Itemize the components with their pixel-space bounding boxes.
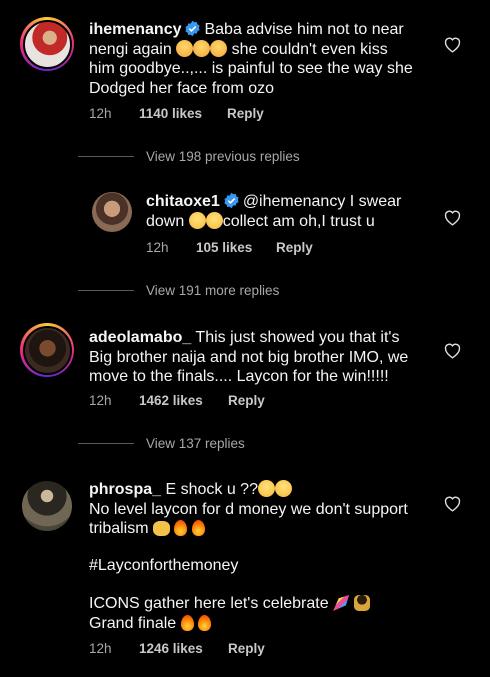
comment-username[interactable]: adeolamabo_ bbox=[89, 329, 191, 346]
avatar[interactable] bbox=[20, 323, 74, 377]
view-replies-label: View 198 previous replies bbox=[146, 149, 300, 164]
divider bbox=[78, 156, 134, 157]
comment-username[interactable]: ihemenancy bbox=[89, 21, 181, 38]
comment-text: ihemenancy Baba advise him not to near ne… bbox=[89, 20, 429, 98]
likes-count[interactable]: 1462 likes bbox=[139, 393, 228, 408]
comment-text-continued: ICONS gather here let's celebrate Grand … bbox=[89, 594, 434, 633]
comment-text: adeolamabo_ This just showed you that it… bbox=[89, 328, 434, 387]
comment-username[interactable]: chitaoxe1 bbox=[146, 193, 220, 210]
mention-link[interactable]: @ihemenancy bbox=[243, 193, 346, 210]
frowning-face-icon bbox=[193, 39, 211, 57]
frowning-face-icon bbox=[210, 39, 228, 57]
raised-hands-icon bbox=[153, 521, 171, 536]
heart-outline-icon[interactable] bbox=[443, 36, 462, 53]
fire-icon bbox=[191, 520, 205, 536]
comment-line: move to the finals.... Laycon for the wi… bbox=[89, 368, 389, 385]
reply-button[interactable]: Reply bbox=[227, 106, 264, 121]
comment-text: chitaoxe1 @ihemenancy I swear down collec… bbox=[146, 192, 426, 231]
avatar[interactable] bbox=[22, 481, 72, 531]
comment-time: 12h bbox=[89, 106, 112, 121]
comment-line: No level laycon for d money we don't sup… bbox=[89, 500, 408, 518]
view-replies-label: View 137 replies bbox=[146, 436, 245, 451]
comment-username[interactable]: phrospa_ bbox=[89, 481, 161, 498]
comment-meta: 12h 105 likes Reply bbox=[146, 240, 313, 255]
comment-line: collect am oh,I trust u bbox=[222, 212, 375, 230]
comment-time: 12h bbox=[89, 393, 112, 408]
comment-time: 12h bbox=[89, 641, 112, 656]
likes-count[interactable]: 105 likes bbox=[196, 240, 276, 255]
comment-line: Big brother naija and not big brother IM… bbox=[89, 348, 409, 366]
comment-line: she couldn't even kiss bbox=[231, 40, 388, 58]
comment-meta: 12h 1462 likes Reply bbox=[89, 393, 265, 408]
comment-text: phrospa_ E shock u ?? No level laycon fo… bbox=[89, 480, 434, 539]
verified-badge-icon bbox=[224, 192, 239, 209]
hashtag-link[interactable]: #Layconforthemoney bbox=[89, 556, 434, 576]
comment-line: Dodged her face from ozo bbox=[89, 79, 274, 97]
likes-count[interactable]: 1246 likes bbox=[139, 641, 228, 656]
frowning-face-icon bbox=[176, 39, 194, 57]
comment-meta: 12h 1140 likes Reply bbox=[89, 106, 264, 121]
comment-line: down bbox=[146, 212, 185, 230]
view-previous-replies[interactable]: View 198 previous replies bbox=[78, 149, 300, 164]
reply-button[interactable]: Reply bbox=[228, 393, 265, 408]
view-more-replies[interactable]: View 191 more replies bbox=[78, 283, 279, 298]
fire-icon bbox=[198, 614, 212, 631]
grinning-face-icon bbox=[188, 211, 206, 229]
comment-line: Grand finale bbox=[89, 614, 177, 632]
likes-count[interactable]: 1140 likes bbox=[139, 106, 227, 121]
view-replies[interactable]: View 137 replies bbox=[78, 436, 245, 451]
comment-line: tribalism bbox=[89, 520, 149, 537]
tears-of-joy-icon bbox=[257, 480, 275, 497]
reply-button[interactable]: Reply bbox=[228, 641, 265, 656]
fire-icon bbox=[180, 614, 194, 631]
heart-outline-icon[interactable] bbox=[443, 342, 462, 359]
comment-line: Baba advise him not to near bbox=[204, 21, 404, 38]
avatar[interactable] bbox=[92, 192, 132, 232]
tears-of-joy-icon bbox=[274, 480, 292, 497]
heart-outline-icon[interactable] bbox=[443, 209, 462, 226]
avatar[interactable] bbox=[20, 17, 74, 71]
comment-time: 12h bbox=[146, 240, 169, 255]
comment-line: This just showed you that it's bbox=[195, 329, 400, 346]
divider bbox=[78, 290, 134, 291]
comment-line: I swear bbox=[349, 193, 402, 210]
fire-icon bbox=[174, 520, 188, 536]
verified-badge-icon bbox=[185, 20, 201, 37]
comment-line: nengi again bbox=[89, 40, 172, 58]
comment-meta: 12h 1246 likes Reply bbox=[89, 641, 265, 656]
comment-line: ICONS gather here let's celebrate bbox=[89, 595, 329, 612]
party-popper-icon bbox=[333, 595, 350, 611]
grinning-face-icon bbox=[205, 211, 223, 229]
dancer-icon bbox=[353, 595, 370, 611]
avatar-photo bbox=[22, 325, 72, 375]
comment-line: E shock u ?? bbox=[165, 481, 258, 498]
heart-outline-icon[interactable] bbox=[443, 495, 462, 512]
reply-button[interactable]: Reply bbox=[276, 240, 313, 255]
view-replies-label: View 191 more replies bbox=[146, 283, 280, 298]
avatar-photo bbox=[22, 19, 72, 69]
comment-line: him goodbye..,... is painful to see the … bbox=[89, 60, 413, 77]
divider bbox=[78, 443, 134, 444]
